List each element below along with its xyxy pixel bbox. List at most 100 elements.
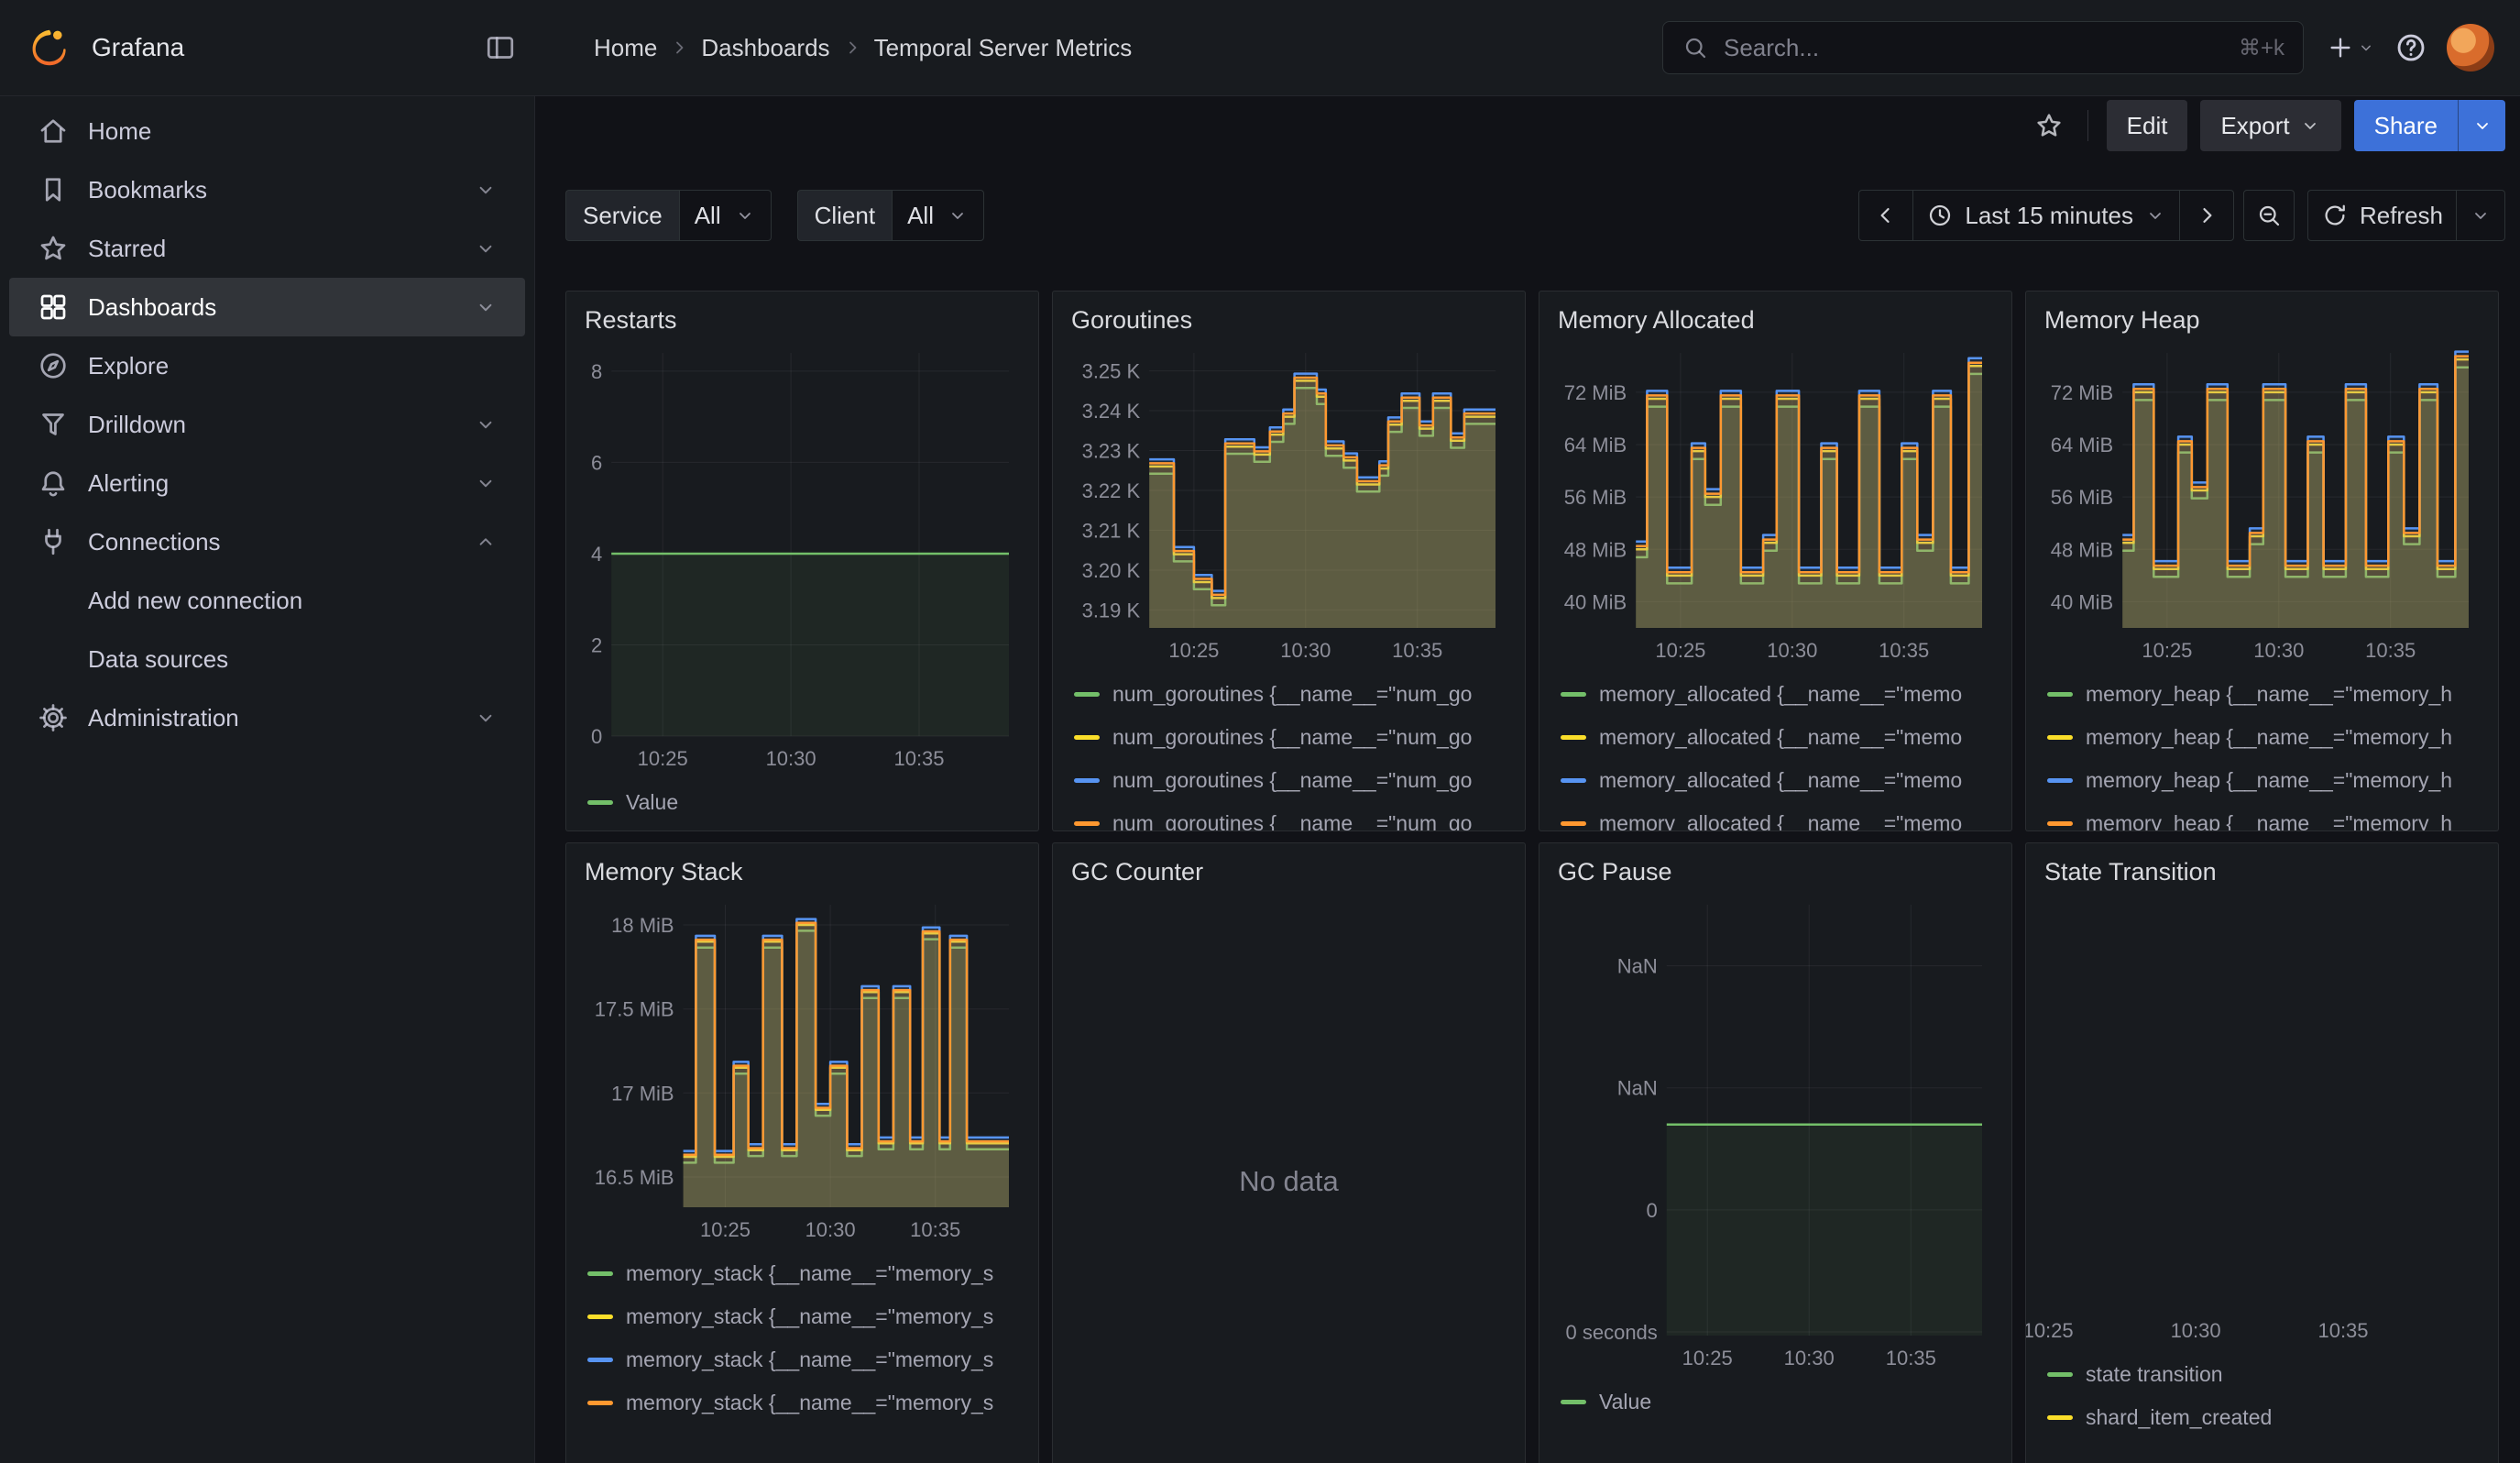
legend-label: num_goroutines {__name__="num_go [1112,682,1472,707]
refresh-group: Refresh [2307,190,2505,241]
legend-item[interactable]: Value [587,781,1020,824]
sidebar-item-home[interactable]: Home [9,102,525,160]
svg-text:10:25: 10:25 [1682,1347,1733,1370]
sidebar-item-label: Bookmarks [88,176,207,204]
time-forward-button[interactable] [2180,191,2233,240]
legend-item[interactable]: memory_stack {__name__="memory_s [587,1338,1020,1381]
panel-title[interactable]: State Transition [2044,858,2217,886]
help-button[interactable] [2394,30,2428,65]
sidebar-item-drilldown[interactable]: Drilldown [9,395,525,454]
dock-menu-icon[interactable] [484,31,517,64]
new-button[interactable] [2326,33,2375,62]
time-picker-group: Last 15 minutes [1858,190,2234,241]
panel-state-transition: State Transition10:2510:3010:35state tra… [2025,842,2499,1463]
legend-swatch [1561,1400,1586,1404]
edit-button[interactable]: Edit [2107,100,2188,151]
zoom-out-button[interactable] [2244,191,2294,240]
svg-text:0: 0 [591,725,602,748]
refresh-button[interactable]: Refresh [2308,191,2456,240]
legend-item[interactable]: memory_allocated {__name__="memo [1561,802,1993,831]
sidebar-item-starred[interactable]: Starred [9,219,525,278]
favorite-button[interactable] [2029,105,2069,146]
panel-title[interactable]: Memory Allocated [1558,306,1755,335]
sidebar-item-explore[interactable]: Explore [9,336,525,395]
legend-item[interactable]: memory_stack {__name__="memory_s [587,1381,1020,1424]
legend-item[interactable]: memory_stack {__name__="memory_s [587,1252,1020,1295]
breadcrumb-item[interactable]: Home [594,34,657,62]
legend-item[interactable]: memory_heap {__name__="memory_h [2047,673,2480,716]
legend-swatch [1561,778,1586,783]
legend-swatch [1074,692,1100,697]
svg-text:72 MiB: 72 MiB [2051,381,2113,404]
legend-item[interactable]: shard_item_created [2047,1396,2480,1439]
legend-item[interactable]: memory_allocated {__name__="memo [1561,759,1993,802]
svg-text:10:30: 10:30 [2171,1319,2221,1342]
sidebar-item-alerting[interactable]: Alerting [9,454,525,512]
time-controls: Last 15 minutes Refresh [1858,190,2505,241]
panel-title[interactable]: Memory Stack [585,858,743,886]
legend-item[interactable]: num_goroutines {__name__="num_go [1074,716,1507,759]
export-button[interactable]: Export [2200,100,2340,151]
avatar[interactable] [2447,24,2494,72]
help-icon [2394,30,2428,65]
legend-item[interactable]: memory_heap {__name__="memory_h [2047,802,2480,831]
chevron-down-icon [2144,204,2166,226]
legend-item[interactable]: Value [1561,1380,1993,1424]
panel-title[interactable]: Restarts [585,306,677,335]
legend-swatch [2047,821,2073,826]
chevron-right-icon [2193,202,2220,229]
panel-title[interactable]: GC Pause [1558,858,1672,886]
legend-label: num_goroutines {__name__="num_go [1112,811,1472,831]
svg-text:6: 6 [591,451,602,474]
legend-item[interactable]: memory_allocated {__name__="memo [1561,716,1993,759]
legend-item[interactable]: memory_heap {__name__="memory_h [2047,759,2480,802]
legend-swatch [2047,692,2073,697]
svg-text:10:35: 10:35 [1392,639,1442,662]
sidebar-item-bookmarks[interactable]: Bookmarks [9,160,525,219]
grafana-logo-icon[interactable] [27,26,71,70]
star-icon [37,232,70,265]
chevron-down-icon [474,706,498,730]
share-button[interactable]: Share [2354,100,2458,151]
variable-value: All [907,202,934,230]
legend-label: memory_heap {__name__="memory_h [2086,768,2452,793]
svg-text:18 MiB: 18 MiB [611,914,674,937]
variable-service: ServiceAll [565,190,772,241]
chevron-down-icon [474,295,498,319]
legend-item[interactable]: num_goroutines {__name__="num_go [1074,802,1507,831]
time-back-button[interactable] [1859,191,1912,240]
home-icon [37,115,70,148]
sidebar-item-connections[interactable]: Connections [9,512,525,571]
legend-item[interactable]: state transition [2047,1353,2480,1396]
panel-title[interactable]: Goroutines [1071,306,1192,335]
legend-item[interactable]: num_goroutines {__name__="num_go [1074,673,1507,716]
sidebar-item-administration[interactable]: Administration [9,688,525,747]
svg-text:10:30: 10:30 [2253,639,2304,662]
sidebar-item-add-new-connection[interactable]: Add new connection [9,571,525,630]
svg-text:16.5 MiB: 16.5 MiB [595,1166,674,1189]
svg-text:10:25: 10:25 [638,747,688,770]
share-dropdown-button[interactable] [2458,100,2505,151]
breadcrumb-separator-icon [668,37,690,59]
legend-item[interactable]: num_goroutines {__name__="num_go [1074,759,1507,802]
variable-value-dropdown[interactable]: All [679,190,772,241]
chevron-down-icon [474,471,498,495]
legend-item[interactable]: memory_stack {__name__="memory_s [587,1295,1020,1338]
breadcrumb-item[interactable]: Dashboards [701,34,829,62]
panel-legend: memory_allocated {__name__="memomemory_a… [1539,669,2011,831]
sidebar-item-dashboards[interactable]: Dashboards [9,278,525,336]
org-name: Grafana [92,33,184,62]
panel-title[interactable]: Memory Heap [2044,306,2200,335]
legend-item[interactable]: memory_allocated {__name__="memo [1561,673,1993,716]
refresh-interval-dropdown[interactable] [2457,191,2504,240]
sidebar-item-data-sources[interactable]: Data sources [9,630,525,688]
chevron-down-icon [474,236,498,260]
search-input[interactable]: Search... ⌘+k [1662,21,2304,74]
time-range-picker[interactable]: Last 15 minutes [1913,191,2179,240]
legend-label: memory_allocated {__name__="memo [1599,682,1962,707]
sidebar-item-label: Drilldown [88,411,186,439]
svg-text:56 MiB: 56 MiB [2051,486,2113,509]
variable-value-dropdown[interactable]: All [892,190,984,241]
legend-item[interactable]: memory_heap {__name__="memory_h [2047,716,2480,759]
chevron-left-icon [1872,202,1900,229]
